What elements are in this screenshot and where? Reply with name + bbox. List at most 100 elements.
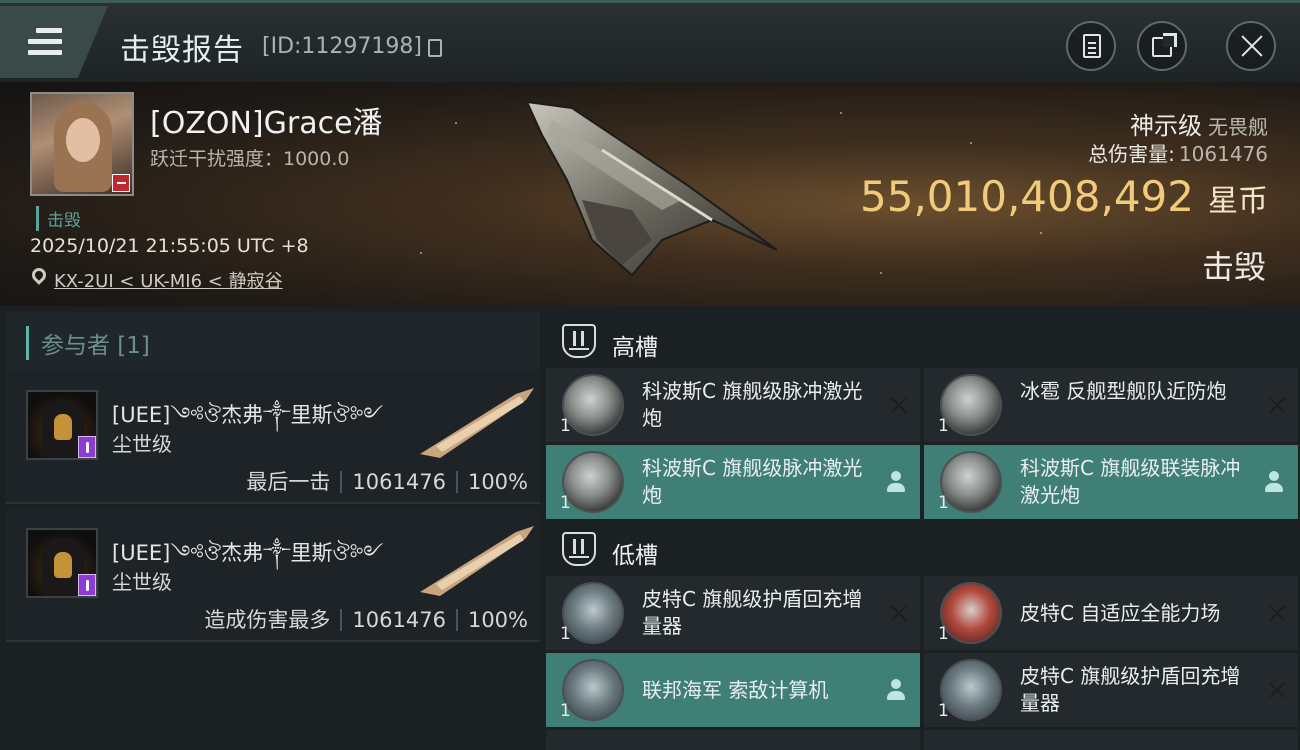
attacker-damage: 1061476 <box>352 470 446 494</box>
adaptive-field-icon <box>940 582 1002 644</box>
module-slot[interactable]: 1 科波斯C 旗舰级脉冲激光炮 <box>546 368 920 442</box>
module-slot[interactable]: 1 皮特C 旗舰级护盾回充增量器 <box>546 576 920 650</box>
pulse-laser-icon <box>562 374 624 436</box>
attacker-stats: 造成伤害最多 1061476 100% <box>204 604 528 634</box>
ship-type: 无畏舰 <box>1208 115 1268 139</box>
module-qty: 1 <box>560 416 571 436</box>
module-name: 联邦海军 索敌计算机 <box>642 678 829 702</box>
close-button[interactable] <box>1226 21 1276 71</box>
page-title: 击毁报告 <box>120 33 244 68</box>
high-slot-label: 高槽 <box>612 335 658 361</box>
participants-title: 参与者 [1] <box>26 326 150 360</box>
currency-label: 星币 <box>1208 184 1268 219</box>
warp-disrupt-strength: 跃迁干扰强度：1000.0 <box>150 148 350 170</box>
share-button[interactable] <box>1137 21 1187 71</box>
pulse-laser-icon <box>562 451 624 513</box>
weapon-icon <box>420 388 534 458</box>
module-slot-partial[interactable] <box>924 730 1298 750</box>
attacker-percent: 100% <box>467 470 528 494</box>
isk-value: 55,010,408,492 星币 <box>860 172 1268 221</box>
module-name: 冰雹 反舰型舰队近防炮 <box>1020 379 1227 403</box>
victim-banner: [OZON]Grace潘 跃迁干扰强度：1000.0 击毁 2025/10/21… <box>0 82 1300 306</box>
title-bar: 击毁报告 [ID:11297198] <box>0 0 1300 82</box>
module-name: 皮特C 旗舰级护盾回充增量器 <box>642 587 863 638</box>
hamburger-icon <box>28 28 62 61</box>
hostile-badge-icon <box>112 174 130 192</box>
high-slot-icon <box>562 324 596 358</box>
attacker-avatar[interactable] <box>26 528 98 598</box>
clipboard-icon <box>1083 34 1101 58</box>
module-qty: 1 <box>938 624 949 644</box>
total-damage-value: 1061476 <box>1178 142 1268 166</box>
module-qty: 1 <box>560 624 571 644</box>
module-slot[interactable]: 1 冰雹 反舰型舰队近防炮 <box>924 368 1298 442</box>
module-qty: 1 <box>560 493 571 513</box>
shield-recharger-icon <box>562 582 624 644</box>
weapon-icon <box>420 526 534 596</box>
kill-tag: 击毁 <box>36 206 81 231</box>
kill-status: 击毁 <box>1201 248 1266 286</box>
attacker-stats: 最后一击 1061476 100% <box>246 466 528 496</box>
module-qty: 1 <box>938 493 949 513</box>
participant-card[interactable]: [UEE]༺ঔ杰弗༒里斯ঔ༻ 尘世级 最后一击 1061476 100% <box>6 370 540 504</box>
attacker-damage: 1061476 <box>352 608 446 632</box>
location-pin-icon <box>29 265 49 285</box>
dual-pulse-laser-icon <box>940 451 1002 513</box>
victim-avatar[interactable] <box>30 92 134 196</box>
fitting-panel: 高槽 1 科波斯C 旗舰级脉冲激光炮 1 冰雹 反舰型舰队近防炮 1 科波斯C … <box>540 306 1300 750</box>
destroyed-x-icon <box>1266 602 1288 624</box>
shield-recharger-icon <box>940 659 1002 721</box>
destroyed-x-icon <box>888 394 910 416</box>
module-slot[interactable]: 1 科波斯C 旗舰级脉冲激光炮 <box>546 445 920 519</box>
module-name: 皮特C 旗舰级护盾回充增量器 <box>1020 664 1241 715</box>
attacker-ship: 尘世级 <box>112 432 172 456</box>
participant-card[interactable]: [UEE]༺ঔ杰弗༒里斯ঔ༻ 尘世级 造成伤害最多 1061476 100% <box>6 508 540 642</box>
notes-button[interactable] <box>1066 21 1116 71</box>
module-qty: 1 <box>938 701 949 721</box>
module-slot[interactable]: 1 皮特C 自适应全能力场 <box>924 576 1298 650</box>
low-slot-label: 低槽 <box>612 543 658 569</box>
ship-class-name: 神示级 <box>1130 112 1202 140</box>
ship-class: 神示级 无畏舰 <box>1130 106 1268 141</box>
module-name: 科波斯C 旗舰级脉冲激光炮 <box>642 456 863 507</box>
isk-amount: 55,010,408,492 <box>860 172 1194 221</box>
targeting-computer-icon <box>562 659 624 721</box>
destroyed-x-icon <box>1266 394 1288 416</box>
high-slot-header: 高槽 <box>540 310 1300 372</box>
dropped-person-icon <box>886 471 906 493</box>
dropped-person-icon <box>1264 471 1284 493</box>
participants-header: 参与者 [1] <box>6 312 540 370</box>
module-slot-partial[interactable] <box>546 730 920 750</box>
module-name: 科波斯C 旗舰级脉冲激光炮 <box>642 379 863 430</box>
module-qty: 1 <box>938 416 949 436</box>
kill-location-link[interactable]: KX-2UI < UK-MI6 < 静寂谷 <box>54 267 283 293</box>
victim-name[interactable]: [OZON]Grace潘 <box>150 98 383 142</box>
module-slot[interactable]: 1 皮特C 旗舰级护盾回充增量器 <box>924 653 1298 727</box>
ship-image[interactable] <box>512 90 802 290</box>
attacker-avatar[interactable] <box>26 390 98 460</box>
total-damage: 总伤害量: 1061476 <box>1088 138 1268 167</box>
attacker-role: 造成伤害最多 <box>204 608 331 632</box>
attacker-role: 最后一击 <box>246 470 331 494</box>
module-name: 皮特C 自适应全能力场 <box>1020 601 1221 625</box>
info-badge-icon <box>78 436 96 458</box>
report-id: [ID:11297198] <box>262 34 422 59</box>
module-slot[interactable]: 1 科波斯C 旗舰级联装脉冲激光炮 <box>924 445 1298 519</box>
menu-button[interactable] <box>0 6 108 78</box>
dropped-person-icon <box>886 679 906 701</box>
point-defense-icon <box>940 374 1002 436</box>
kill-datetime: 2025/10/21 21:55:05 UTC +8 <box>30 235 309 257</box>
low-slot-header: 低槽 <box>540 518 1300 580</box>
attacker-ship: 尘世级 <box>112 570 172 594</box>
attacker-percent: 100% <box>467 608 528 632</box>
info-badge-icon <box>78 574 96 596</box>
module-slot[interactable]: 1 联邦海军 索敌计算机 <box>546 653 920 727</box>
module-qty: 1 <box>560 701 571 721</box>
destroyed-x-icon <box>1266 679 1288 701</box>
module-name: 科波斯C 旗舰级联装脉冲激光炮 <box>1020 456 1241 507</box>
low-slot-icon <box>562 532 596 566</box>
participants-panel: 参与者 [1] [UEE]༺ঔ杰弗༒里斯ঔ༻ 尘世级 最后一击 1061476 10… <box>0 306 540 750</box>
destroyed-x-icon <box>888 602 910 624</box>
total-damage-label: 总伤害量: <box>1088 142 1175 166</box>
copy-icon[interactable] <box>428 39 442 57</box>
